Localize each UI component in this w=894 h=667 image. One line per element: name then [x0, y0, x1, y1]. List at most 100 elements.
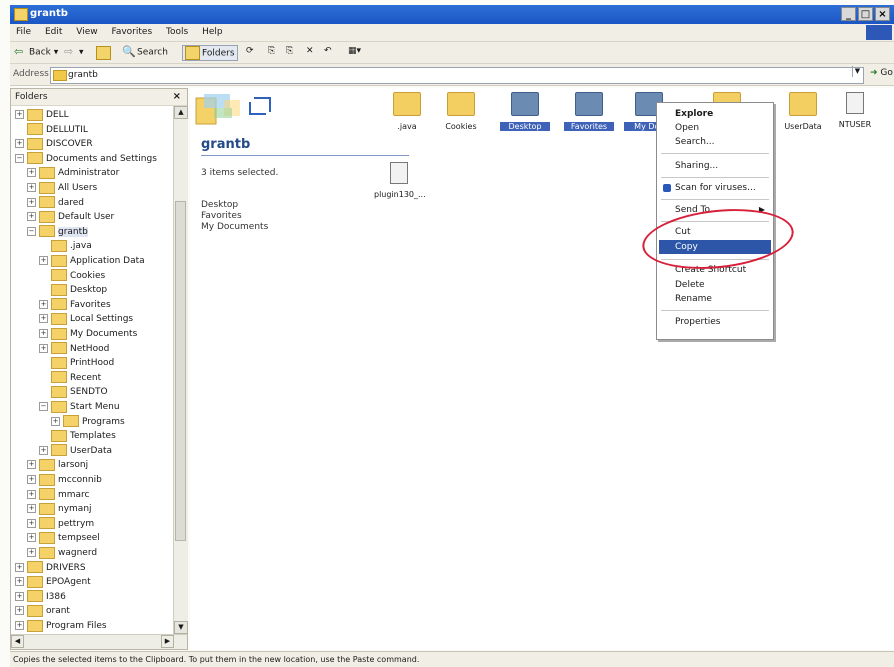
- tree-item[interactable]: + Default User: [27, 210, 114, 224]
- menu-item-open[interactable]: Open: [659, 121, 771, 135]
- expand-icon[interactable]: +: [27, 460, 36, 470]
- expand-icon[interactable]: +: [27, 197, 36, 207]
- tree-item[interactable]: Templates: [39, 429, 116, 443]
- scroll-up-icon[interactable]: ▲: [174, 106, 188, 119]
- up-folder-button[interactable]: [96, 46, 113, 60]
- expand-icon[interactable]: +: [15, 562, 24, 572]
- menu-item-search[interactable]: Search...: [659, 135, 771, 149]
- scroll-left-icon[interactable]: ◀: [11, 635, 24, 648]
- expand-icon[interactable]: +: [27, 212, 36, 222]
- tree-item[interactable]: SENDTO: [39, 385, 108, 399]
- menu-tools[interactable]: Tools: [166, 27, 188, 37]
- scroll-down-icon[interactable]: ▼: [174, 621, 188, 634]
- expand-icon[interactable]: +: [15, 606, 24, 616]
- expand-icon[interactable]: +: [39, 329, 48, 338]
- file-item-java[interactable]: .java: [382, 92, 432, 131]
- copy-to-button[interactable]: ⎘: [286, 46, 293, 56]
- tree-item[interactable]: + EPOAgent: [15, 575, 91, 589]
- collapse-icon[interactable]: −: [27, 226, 36, 236]
- tree-item[interactable]: Cookies: [39, 269, 105, 283]
- tree-item[interactable]: + mcconnib: [27, 473, 102, 487]
- tree-item[interactable]: Recent: [39, 371, 101, 385]
- menu-item-delete[interactable]: Delete: [659, 278, 771, 292]
- history-button[interactable]: ⟳: [246, 46, 254, 56]
- menu-help[interactable]: Help: [202, 27, 223, 37]
- expand-icon[interactable]: +: [39, 343, 48, 353]
- expand-icon[interactable]: +: [39, 314, 48, 324]
- menu-item-explore[interactable]: Explore: [659, 107, 771, 121]
- menu-edit[interactable]: Edit: [45, 27, 62, 37]
- back-button[interactable]: ⇦ Back ▾: [14, 46, 58, 58]
- tree-item[interactable]: + nymanj: [27, 502, 92, 516]
- tree-item[interactable]: + Administrator: [27, 166, 119, 180]
- tree-item[interactable]: + Favorites: [39, 298, 111, 312]
- expand-icon[interactable]: +: [39, 299, 48, 309]
- tree-item[interactable]: + dared: [27, 196, 84, 210]
- tree-item[interactable]: Desktop: [39, 283, 107, 297]
- expand-icon[interactable]: +: [15, 621, 24, 630]
- expand-icon[interactable]: +: [27, 548, 36, 557]
- tree-item[interactable]: + All Users: [27, 181, 97, 195]
- tree-item[interactable]: + Programs: [51, 415, 125, 429]
- tree-item[interactable]: + wagnerd: [27, 546, 97, 560]
- menu-file[interactable]: File: [16, 27, 31, 37]
- tree-item[interactable]: + Application Data: [39, 254, 145, 268]
- scroll-right-icon[interactable]: ▶: [161, 635, 174, 648]
- expand-icon[interactable]: +: [39, 445, 48, 455]
- delete-button[interactable]: ✕: [306, 46, 314, 56]
- tree-item[interactable]: + orant: [15, 604, 70, 618]
- expand-icon[interactable]: +: [15, 139, 24, 149]
- tree-item[interactable]: + I386: [15, 590, 66, 604]
- tree-item[interactable]: + pettrym: [27, 517, 94, 531]
- file-item-cookies[interactable]: Cookies: [436, 92, 486, 131]
- minimize-button[interactable]: _: [841, 7, 856, 21]
- tree-item[interactable]: + UserData: [39, 444, 112, 458]
- expand-icon[interactable]: +: [27, 504, 36, 514]
- search-button[interactable]: 🔍Search: [122, 46, 168, 58]
- move-to-button[interactable]: ⎘: [268, 46, 275, 56]
- address-input[interactable]: grantb: [50, 67, 864, 84]
- close-pane-button[interactable]: ×: [173, 91, 181, 102]
- tree-item[interactable]: DELLUTIL: [15, 123, 88, 137]
- tree-item[interactable]: + Local Settings: [39, 312, 133, 326]
- undo-button[interactable]: ↶: [324, 46, 332, 56]
- tree-item[interactable]: PrintHood: [39, 356, 114, 370]
- tree-item[interactable]: − Documents and Settings: [15, 152, 157, 166]
- forward-button[interactable]: ⇨ ▾: [64, 46, 84, 58]
- file-item-favorites[interactable]: Favorites: [564, 92, 614, 131]
- collapse-icon[interactable]: −: [39, 402, 48, 411]
- tree-item[interactable]: − grantb: [27, 225, 88, 239]
- menu-item-scan-for-viruses[interactable]: Scan for viruses...: [659, 181, 771, 195]
- menu-view[interactable]: View: [76, 27, 97, 37]
- expand-icon[interactable]: +: [27, 183, 36, 192]
- close-button[interactable]: ×: [875, 7, 890, 21]
- menu-favorites[interactable]: Favorites: [111, 27, 152, 37]
- menu-item-rename[interactable]: Rename: [659, 292, 771, 306]
- menu-item-properties[interactable]: Properties: [659, 315, 771, 329]
- scroll-thumb[interactable]: [175, 201, 186, 541]
- tree-item[interactable]: + My Documents: [39, 327, 137, 341]
- go-button[interactable]: ➜ Go: [870, 68, 893, 78]
- expand-icon[interactable]: +: [15, 110, 24, 119]
- tree-item[interactable]: + tempseel: [27, 531, 100, 545]
- expand-icon[interactable]: +: [27, 475, 36, 484]
- expand-icon[interactable]: +: [15, 591, 24, 601]
- expand-icon[interactable]: +: [27, 518, 36, 528]
- tree-item[interactable]: + DRIVERS: [15, 561, 86, 575]
- folders-vertical-scrollbar[interactable]: ▲ ▼: [173, 106, 188, 634]
- file-item-plugin130[interactable]: plugin130_...: [374, 162, 426, 199]
- address-dropdown-button[interactable]: ▼: [852, 66, 862, 77]
- tree-item[interactable]: + DISCOVER: [15, 137, 93, 151]
- tree-item[interactable]: + Program Files: [15, 619, 107, 633]
- collapse-icon[interactable]: −: [15, 153, 24, 163]
- folders-button[interactable]: Folders: [182, 45, 238, 61]
- expand-icon[interactable]: +: [27, 533, 36, 543]
- folders-horizontal-scrollbar[interactable]: ◀ ▶: [11, 634, 187, 649]
- expand-icon[interactable]: +: [27, 168, 36, 178]
- tree-item[interactable]: + DELL: [15, 108, 69, 122]
- expand-icon[interactable]: +: [15, 577, 24, 587]
- expand-icon[interactable]: +: [39, 256, 48, 265]
- tree-item[interactable]: + larsonj: [27, 458, 88, 472]
- tree-item[interactable]: .java: [39, 239, 92, 253]
- views-button[interactable]: ▦▾: [348, 46, 361, 56]
